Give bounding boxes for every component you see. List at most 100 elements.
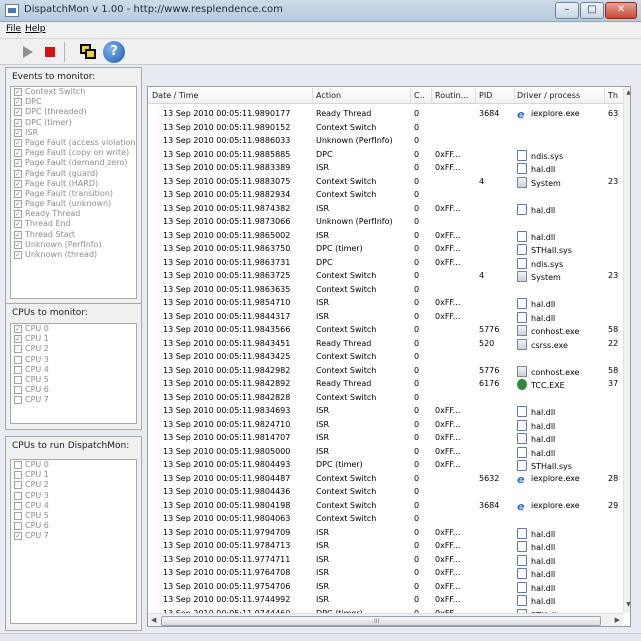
table-row[interactable]: 13 Sep 2010 00:05:11.9885885 DPC 0 0xFF... n… [148,148,623,162]
scroll-left-icon[interactable]: ◀ [151,616,156,624]
column-header-action[interactable]: Action [316,91,410,100]
checkbox-unchecked-icon[interactable] [14,386,22,395]
checkbox-unchecked-icon[interactable] [14,501,22,510]
table-row[interactable]: 13 Sep 2010 00:05:11.9804493 DPC (timer) 0… [148,458,623,472]
cpu-run-checkbox[interactable]: CPU 4 [11,501,136,511]
event-checkbox[interactable]: ✓ ISR [11,128,136,138]
column-header-routine[interactable]: Routin... [435,91,475,100]
cpu-monitor-checkbox[interactable]: CPU 5 [11,375,136,385]
table-row[interactable]: 13 Sep 2010 00:05:11.9854710 ISR 0 0xFF... h… [148,296,623,310]
maximize-button[interactable]: □ [580,2,604,19]
event-checkbox[interactable]: ✓ Page Fault (unknown) [11,199,136,209]
table-row[interactable]: 13 Sep 2010 00:05:11.9754706 ISR 0 0xFF... h… [148,580,623,594]
checkbox-checked-icon[interactable]: ✓ [14,118,22,127]
windows-icon[interactable] [78,42,98,62]
close-button[interactable]: ✕ [605,2,637,19]
event-checkbox[interactable]: ✓ DPC [11,97,136,107]
menu-help[interactable]: Help [25,24,46,34]
cpu-monitor-checkbox[interactable]: CPU 3 [11,355,136,365]
cpu-monitor-checkbox[interactable]: ✓ CPU 0 [11,324,136,334]
column-header-cpu[interactable]: C.. [414,91,432,100]
event-checkbox[interactable]: ✓ Page Fault (access violation) [11,138,136,148]
scroll-down-icon[interactable]: ▼ [624,601,630,611]
table-row[interactable]: 13 Sep 2010 00:05:11.9844317 ISR 0 0xFF... h… [148,310,623,324]
table-row[interactable]: 13 Sep 2010 00:05:11.9843451 Ready Thread… [148,337,623,351]
table-row[interactable]: 13 Sep 2010 00:05:11.9774711 ISR 0 0xFF... h… [148,553,623,567]
menu-file[interactable]: File [6,24,21,34]
checkbox-checked-icon[interactable]: ✓ [14,159,22,168]
checkbox-unchecked-icon[interactable] [14,471,22,480]
cpu-monitor-checkbox[interactable]: CPU 6 [11,385,136,395]
event-checkbox[interactable]: ✓ DPC (threaded) [11,107,136,117]
checkbox-checked-icon[interactable]: ✓ [14,128,22,137]
table-row[interactable]: 13 Sep 2010 00:05:11.9883075 Context Swit… [148,175,623,189]
checkbox-checked-icon[interactable]: ✓ [14,230,22,239]
checkbox-checked-icon[interactable]: ✓ [14,138,22,147]
cpu-monitor-checkbox[interactable]: CPU 4 [11,365,136,375]
table-row[interactable]: 13 Sep 2010 00:05:11.9784713 ISR 0 0xFF... h… [148,539,623,553]
checkbox-checked-icon[interactable]: ✓ [14,325,22,333]
cpu-run-checkbox[interactable]: ✓ CPU 7 [11,531,136,541]
event-checkbox[interactable]: ✓ Ready Thread [11,209,136,219]
table-row[interactable]: 13 Sep 2010 00:05:11.9843566 Context Swit… [148,323,623,337]
checkbox-checked-icon[interactable]: ✓ [14,240,22,249]
checkbox-checked-icon[interactable]: ✓ [14,179,22,188]
checkbox-unchecked-icon[interactable] [14,491,22,500]
table-row[interactable]: 13 Sep 2010 00:05:11.9843425 Context Swit… [148,350,623,364]
table-row[interactable]: 13 Sep 2010 00:05:11.9814707 ISR 0 0xFF... h… [148,431,623,445]
checkbox-unchecked-icon[interactable] [14,396,22,405]
table-row[interactable]: 13 Sep 2010 00:05:11.9824710 ISR 0 0xFF... h… [148,418,623,432]
checkbox-unchecked-icon[interactable] [14,522,22,531]
cpu-run-checkbox[interactable]: CPU 5 [11,511,136,521]
checkbox-checked-icon[interactable]: ✓ [14,189,22,198]
event-checkbox[interactable]: ✓ Thread Start [11,230,136,240]
table-row[interactable]: 13 Sep 2010 00:05:11.9883389 ISR 0 0xFF... h… [148,161,623,175]
cpu-monitor-checkbox[interactable]: CPU 2 [11,344,136,354]
checkbox-checked-icon[interactable]: ✓ [14,251,22,259]
checkbox-checked-icon[interactable]: ✓ [14,88,22,96]
checkbox-unchecked-icon[interactable] [14,355,22,364]
checkbox-checked-icon[interactable]: ✓ [14,98,22,107]
help-icon[interactable]: ? [103,41,125,63]
event-checkbox[interactable]: ✓ Unknown (PerfInfo) [11,240,136,250]
table-row[interactable]: 13 Sep 2010 00:05:11.9764708 ISR 0 0xFF... h… [148,566,623,580]
table-row[interactable]: 13 Sep 2010 00:05:11.9842892 Ready Thread… [148,377,623,391]
table-row[interactable]: 13 Sep 2010 00:05:11.9863750 DPC (timer) 0… [148,242,623,256]
checkbox-unchecked-icon[interactable] [14,511,22,520]
cpu-run-checkbox[interactable]: CPU 6 [11,521,136,531]
table-row[interactable]: 13 Sep 2010 00:05:11.9804198 Context Swit… [148,499,623,513]
minimize-button[interactable]: – [555,2,579,19]
checkbox-unchecked-icon[interactable] [14,461,22,469]
table-row[interactable]: 13 Sep 2010 00:05:11.9882934 Context Swit… [148,188,623,202]
table-row[interactable]: 13 Sep 2010 00:05:11.9842828 Context Swit… [148,391,623,405]
column-header-pid[interactable]: PID [479,91,515,100]
cpu-monitor-checkbox[interactable]: ✓ CPU 1 [11,334,136,344]
cpu-run-checkbox[interactable]: CPU 1 [11,470,136,480]
checkbox-checked-icon[interactable]: ✓ [14,149,22,158]
event-checkbox[interactable]: ✓ Page Fault (transition) [11,189,136,199]
column-header-datetime[interactable]: Date / Time [152,91,302,100]
checkbox-unchecked-icon[interactable] [14,481,22,490]
column-header-thread[interactable]: Th [608,91,622,100]
table-row[interactable]: 13 Sep 2010 00:05:11.9804436 Context Swit… [148,485,623,499]
title-bar[interactable]: DispatchMon v 1.00 - http://www.resplend… [0,0,641,22]
table-row[interactable]: 13 Sep 2010 00:05:11.9865002 ISR 0 0xFF... h… [148,229,623,243]
checkbox-unchecked-icon[interactable] [14,345,22,354]
table-row[interactable]: 13 Sep 2010 00:05:11.9863635 Context Swit… [148,283,623,297]
table-row[interactable]: 13 Sep 2010 00:05:11.9890152 Context Swit… [148,121,623,135]
table-row[interactable]: 13 Sep 2010 00:05:11.9863725 Context Swit… [148,269,623,283]
table-row[interactable]: 13 Sep 2010 00:05:11.9873066 Unknown (Per… [148,215,623,229]
event-checkbox[interactable]: ✓ Page Fault (copy on write) [11,148,136,158]
table-row[interactable]: 13 Sep 2010 00:05:11.9874382 ISR 0 0xFF... h… [148,202,623,216]
play-icon[interactable] [18,42,38,62]
column-header-process[interactable]: Driver / process [517,91,601,100]
cpu-run-checkbox[interactable]: CPU 2 [11,480,136,490]
checkbox-checked-icon[interactable]: ✓ [14,210,22,219]
checkbox-checked-icon[interactable]: ✓ [14,108,22,117]
table-row[interactable]: 13 Sep 2010 00:05:11.9744992 ISR 0 0xFF... h… [148,593,623,607]
checkbox-checked-icon[interactable]: ✓ [14,335,22,344]
table-row[interactable]: 13 Sep 2010 00:05:11.9890177 Ready Thread… [148,107,623,121]
table-row[interactable]: 13 Sep 2010 00:05:11.9805000 ISR 0 0xFF... h… [148,445,623,459]
checkbox-checked-icon[interactable]: ✓ [14,200,22,209]
horizontal-scrollbar[interactable]: ◀ III ▶ [148,613,623,626]
